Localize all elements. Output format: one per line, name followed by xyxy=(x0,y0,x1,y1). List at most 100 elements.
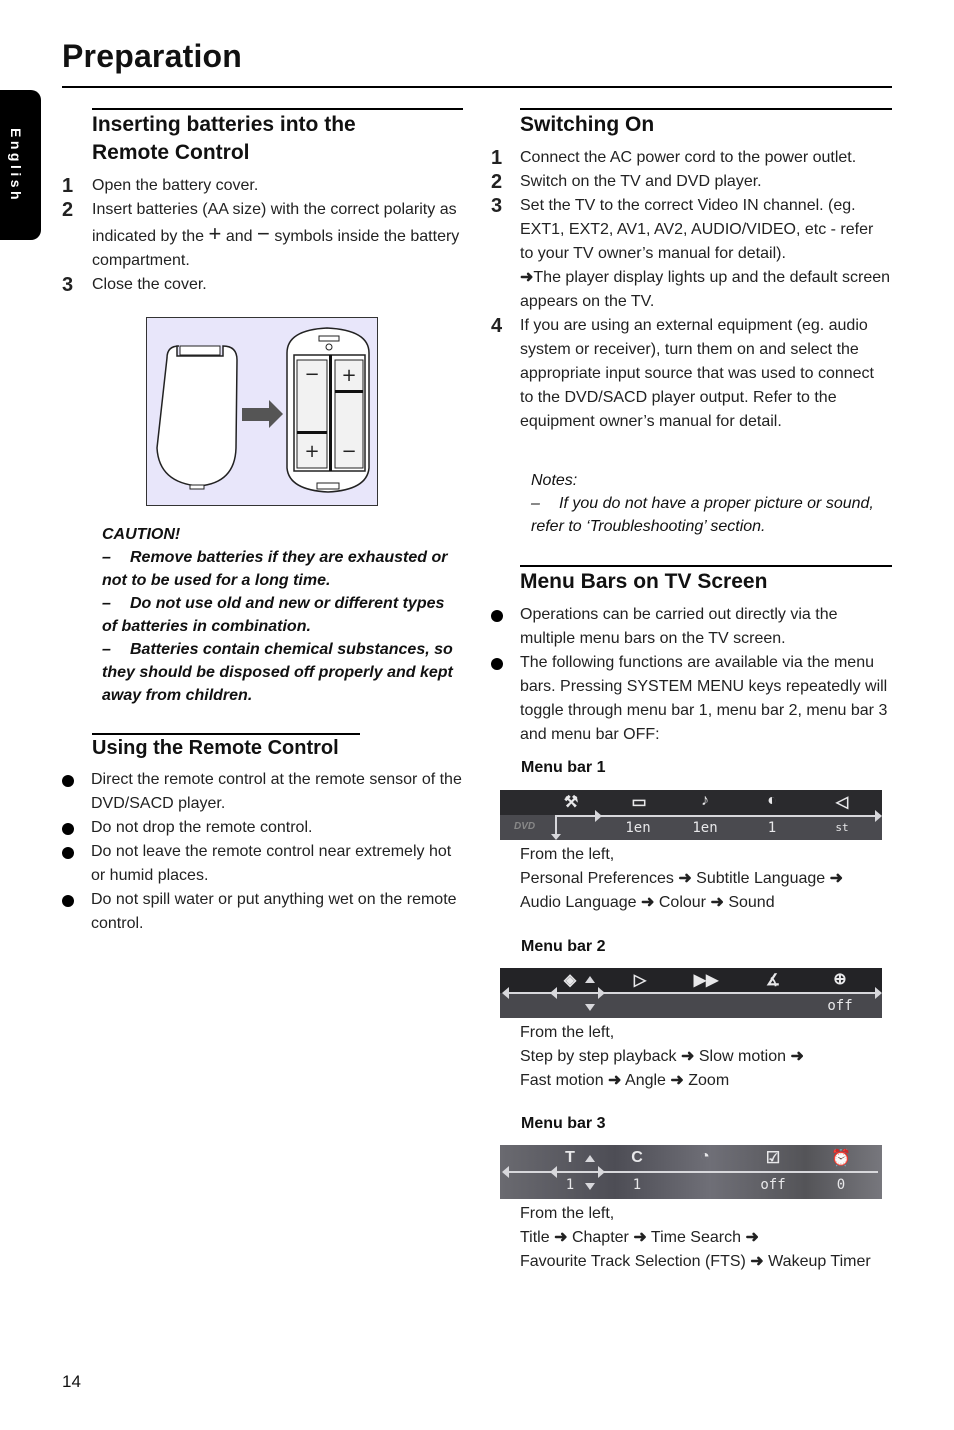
bullet-icon xyxy=(62,895,74,907)
menu-bar-3-description: From the left, Title ➜ Chapter ➜ Time Se… xyxy=(520,1205,871,1270)
arrow-icon: ➜ xyxy=(678,870,692,887)
title-rule xyxy=(62,86,892,88)
audio-value: 1en xyxy=(692,820,718,836)
down-arrow-icon xyxy=(551,834,561,840)
up-arrow-icon xyxy=(585,976,595,983)
list-item: Operations can be carried out directly v… xyxy=(491,603,891,651)
list-item: The following functions are available vi… xyxy=(491,651,891,747)
step: 1 Connect the AC power cord to the power… xyxy=(491,146,891,170)
bullet-icon xyxy=(491,658,503,670)
fast-motion-icon: ▶▶ xyxy=(693,972,719,989)
angle-icon: ∡ xyxy=(765,972,781,989)
step-result: ➜The player display lights up and the de… xyxy=(520,269,891,310)
minus-sign: − xyxy=(341,441,356,462)
list-item: Do not leave the remote control near ext… xyxy=(62,840,464,888)
arrow-icon: ➜ xyxy=(608,1072,622,1089)
arrow-icon: ➜ xyxy=(790,1048,804,1065)
step-number: 4 xyxy=(491,315,503,337)
plus-sign: + xyxy=(341,365,356,386)
list-item: Do not drop the remote control. xyxy=(62,816,464,840)
slow-motion-icon: ▷ xyxy=(633,972,647,989)
step: 4 If you are using an external equipment… xyxy=(491,314,891,434)
page-number: 14 xyxy=(62,1372,81,1391)
menu-line xyxy=(506,992,878,994)
plus-symbol: + xyxy=(208,221,222,246)
step-number: 1 xyxy=(491,147,503,169)
menu-line xyxy=(506,1171,878,1173)
language-tab: English xyxy=(0,90,41,240)
arrow-icon: ➜ xyxy=(681,1048,695,1065)
step-text: and xyxy=(225,228,253,245)
menu-bars-list: Operations can be carried out directly v… xyxy=(491,603,891,747)
step-number: 2 xyxy=(62,199,74,221)
language-tab-label: English xyxy=(8,128,24,204)
section-rule xyxy=(92,108,463,110)
chapter-icon: C xyxy=(631,1149,643,1166)
left-arrow-icon xyxy=(502,1166,509,1178)
battery-steps: 1 Open the battery cover. 2 Insert batte… xyxy=(62,174,462,297)
switching-on-heading: Switching On xyxy=(520,113,655,136)
step-text: Set the TV to the correct Video IN chann… xyxy=(520,197,874,262)
zoom-value: off xyxy=(827,998,853,1014)
step-number: 3 xyxy=(491,195,503,217)
step-text: Connect the AC power cord to the power o… xyxy=(520,149,857,166)
step-text: Open the battery cover. xyxy=(92,177,259,194)
cover-latch xyxy=(179,345,221,356)
notes-title: Notes: xyxy=(531,472,578,489)
minus-sign: − xyxy=(304,364,319,385)
section-rule xyxy=(520,108,892,110)
using-remote-heading: Using the Remote Control xyxy=(92,737,339,759)
using-remote-list: Direct the remote control at the remote … xyxy=(62,768,464,936)
step-text: Switch on the TV and DVD player. xyxy=(520,173,762,190)
arrow-icon: ➜ xyxy=(710,894,724,911)
arrow-icon: ➜ xyxy=(750,1253,764,1270)
battery-illustration: − + + − xyxy=(156,327,370,493)
step: 2 Insert batteries (AA size) with the co… xyxy=(62,198,462,273)
arrow-icon: ➜ xyxy=(670,1072,684,1089)
colour-icon: ◐ xyxy=(767,792,777,809)
list-item: Do not spill water or put anything wet o… xyxy=(62,888,464,936)
subtitle-icon: ▭ xyxy=(631,794,647,811)
step-text: If you are using an external equipment (… xyxy=(520,317,874,430)
bullet-icon xyxy=(62,775,74,787)
subtitle-value: 1en xyxy=(625,820,651,836)
arrow-icon: ➜ xyxy=(641,894,655,911)
bullet-icon xyxy=(62,823,74,835)
step-number: 1 xyxy=(62,175,74,197)
chapter-value: 1 xyxy=(632,1177,642,1193)
cover-tab xyxy=(189,484,205,490)
audio-icon: ♪ xyxy=(701,792,709,809)
arrow-icon xyxy=(242,400,283,428)
down-arrow-icon xyxy=(585,1004,595,1011)
bullet-icon xyxy=(491,610,503,622)
menu-bar-1-description: From the left, Personal Preferences ➜ Su… xyxy=(520,846,844,911)
menu-bar-2-label: Menu bar 2 xyxy=(521,938,606,955)
preferences-icon: ⚒ xyxy=(563,794,579,811)
sound-icon: ◁ xyxy=(835,794,849,811)
minus-symbol: − xyxy=(257,221,270,246)
list-item: Direct the remote control at the remote … xyxy=(62,768,464,816)
menu-bar-3: T C ◔ ☑ ⏰ 1 1 off 0 xyxy=(500,1145,882,1199)
menu-bar-1: DVD ⚒ ▭ ♪ ◐ ◁ 1en 1en 1 st xyxy=(500,790,882,840)
menu-bar-2: ◈ ▷ ▶▶ ∡ ⊕ off xyxy=(500,968,882,1018)
menu-bar-1-label: Menu bar 1 xyxy=(521,759,606,776)
menu-line xyxy=(555,815,877,817)
step: 3 Close the cover. xyxy=(62,273,462,297)
step-icon: ◈ xyxy=(563,972,577,989)
arrow-icon: ➜ xyxy=(520,269,534,286)
caution-item: – Remove batteries if they are exhausted … xyxy=(102,549,448,589)
step-text: Close the cover. xyxy=(92,276,207,293)
zoom-icon: ⊕ xyxy=(833,971,847,988)
arrow-icon: ➜ xyxy=(745,1229,759,1246)
up-arrow-icon xyxy=(585,1155,595,1162)
bullet-icon xyxy=(62,847,74,859)
step-number: 2 xyxy=(491,171,503,193)
page-title: Preparation xyxy=(62,38,243,74)
wakeup-timer-icon: ⏰ xyxy=(831,1150,851,1167)
caution-item: – Batteries contain chemical substances, … xyxy=(102,641,453,704)
notes-block: Notes: – If you do not have a proper pict… xyxy=(531,469,891,538)
right-arrow-icon xyxy=(875,810,882,822)
menu-bars-heading: Menu Bars on TV Screen xyxy=(520,570,768,593)
batteries-heading: Inserting batteries into the Remote Cont… xyxy=(92,111,463,167)
section-rule xyxy=(520,565,892,567)
